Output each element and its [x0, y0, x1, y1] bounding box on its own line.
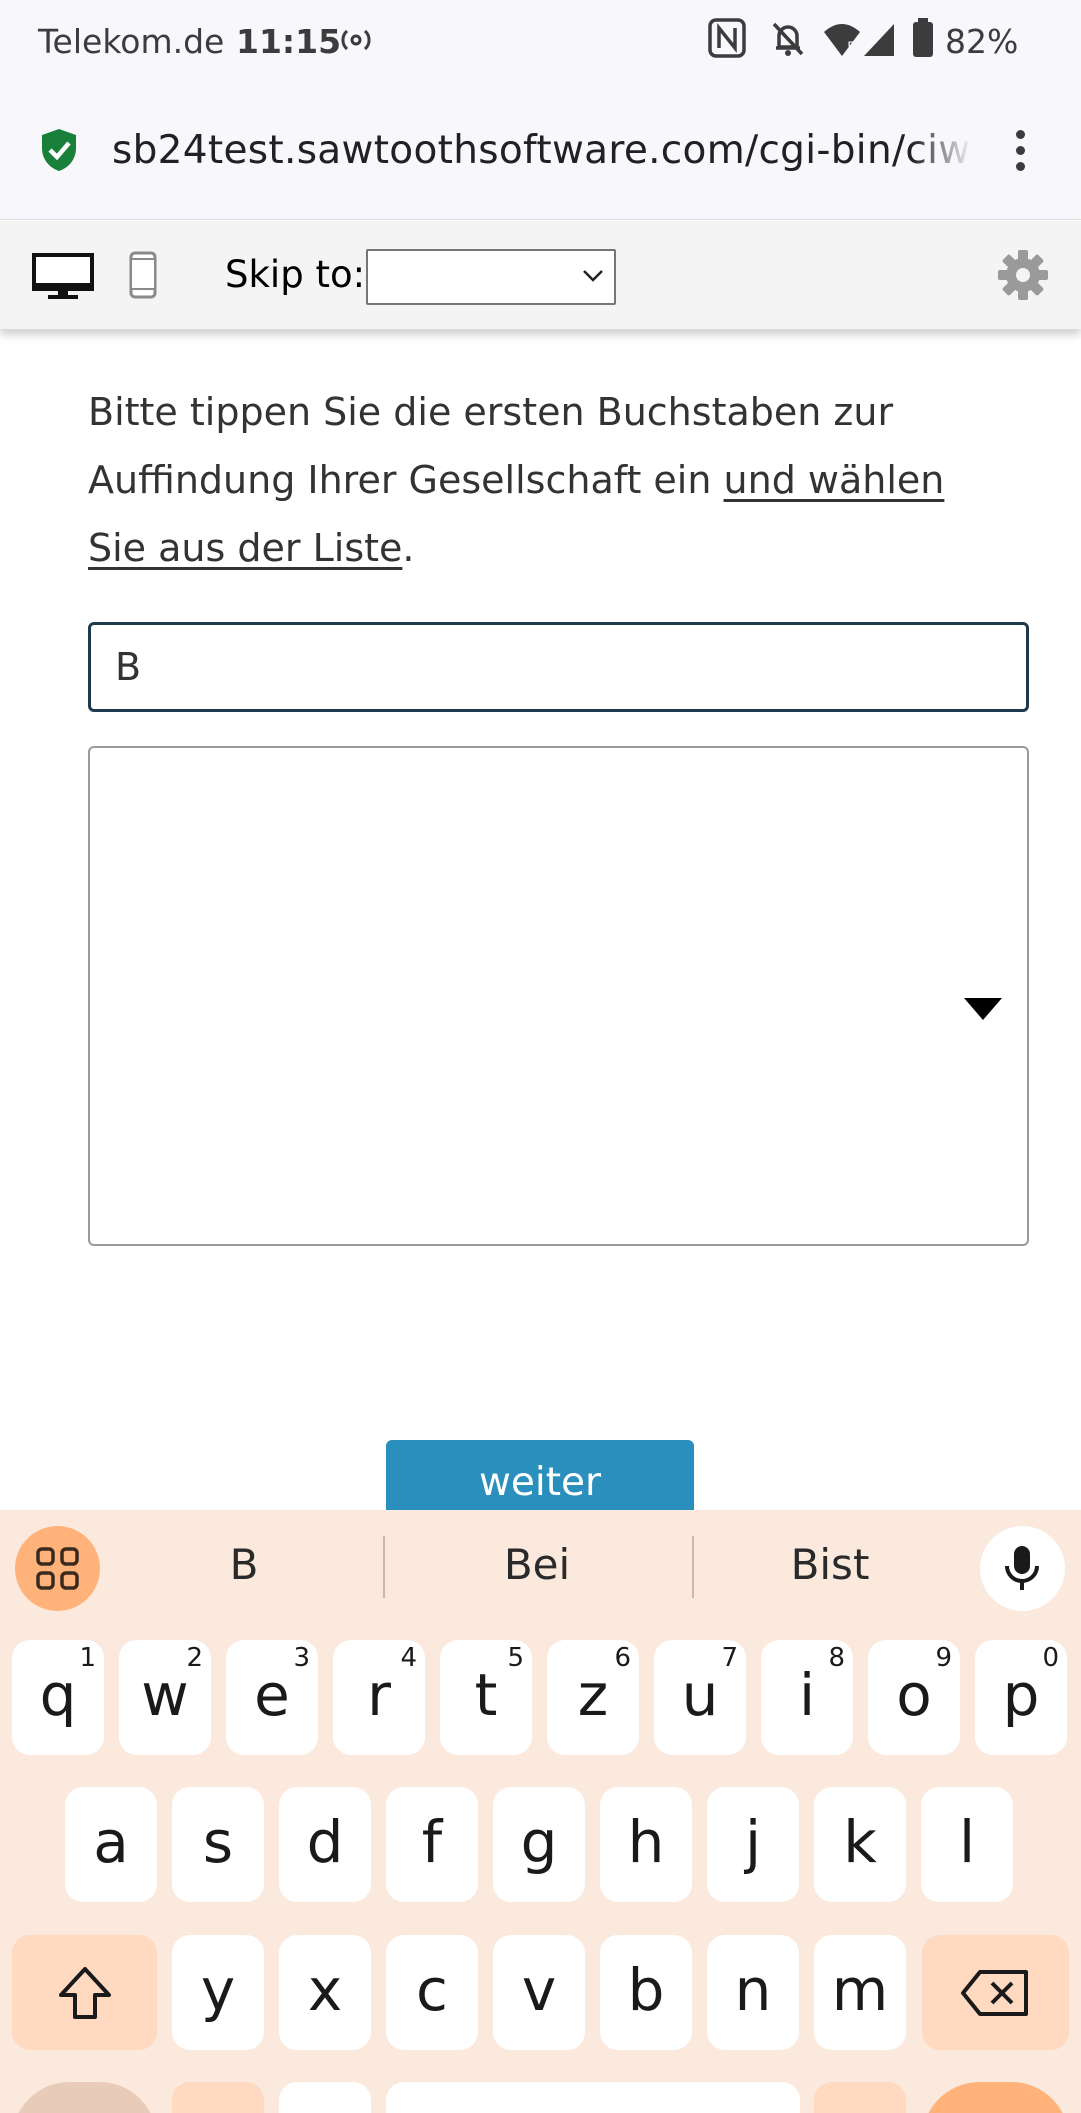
- next-button[interactable]: weiter: [386, 1440, 694, 1510]
- company-listbox[interactable]: [88, 746, 1029, 1246]
- battery-icon: [913, 18, 933, 57]
- skip-to-label: Skip to:: [225, 253, 366, 296]
- space-key[interactable]: [386, 2082, 800, 2113]
- question-text-end: .: [402, 526, 415, 570]
- key-w[interactable]: w2: [119, 1640, 211, 1755]
- key-k[interactable]: k: [814, 1787, 906, 1902]
- key-f[interactable]: f: [386, 1787, 478, 1902]
- skip-to-select[interactable]: [366, 249, 616, 305]
- key-l[interactable]: l: [921, 1787, 1013, 1902]
- battery-level: 82%: [945, 22, 1019, 61]
- question-text: Bitte tippen Sie die ersten Buchstaben z…: [88, 378, 988, 582]
- key-p[interactable]: p0: [975, 1640, 1067, 1755]
- shift-key[interactable]: [12, 1935, 157, 2050]
- comma-key[interactable]: [279, 2082, 371, 2113]
- company-search-input[interactable]: B: [88, 622, 1029, 712]
- key-r[interactable]: r4: [333, 1640, 425, 1755]
- desktop-icon[interactable]: [32, 253, 94, 301]
- dropdown-arrow-icon[interactable]: [964, 998, 1002, 1020]
- microphone-icon[interactable]: [980, 1526, 1065, 1611]
- key-i[interactable]: i8: [761, 1640, 853, 1755]
- browser-url-bar: sb24test.sawtoothsoftware.com/cgi-bin/ci…: [0, 84, 1081, 220]
- key-o[interactable]: o9: [868, 1640, 960, 1755]
- key-s[interactable]: s: [172, 1787, 264, 1902]
- signal-icon: [864, 24, 894, 56]
- suggestion-1[interactable]: B: [114, 1540, 374, 1589]
- key-e[interactable]: e3: [226, 1640, 318, 1755]
- chevron-down-icon: [583, 270, 603, 282]
- clock: 11:15: [236, 22, 342, 61]
- enter-key[interactable]: [922, 2082, 1069, 2113]
- key-y[interactable]: y: [172, 1935, 264, 2050]
- key-t[interactable]: t5: [440, 1640, 532, 1755]
- suggestion-divider: [383, 1536, 385, 1598]
- apps-grid-icon[interactable]: [15, 1526, 100, 1611]
- nfc-icon: [708, 18, 746, 58]
- bell-off-icon: [772, 22, 804, 56]
- on-screen-keyboard: B Bei Bist q1 w2 e3 r4 t5 z6 u7 i8 o9 p0…: [0, 1510, 1081, 2113]
- backspace-icon: [961, 1970, 1028, 2016]
- wifi-icon: 5: [824, 24, 860, 56]
- key-c[interactable]: c: [386, 1935, 478, 2050]
- key-z[interactable]: z6: [547, 1640, 639, 1755]
- key-v[interactable]: v: [493, 1935, 585, 2050]
- key-h[interactable]: h: [600, 1787, 692, 1902]
- emoji-key[interactable]: [172, 2082, 264, 2113]
- suggestion-divider: [692, 1536, 694, 1598]
- svg-text:5: 5: [847, 40, 856, 56]
- key-n[interactable]: n: [707, 1935, 799, 2050]
- overflow-menu-icon[interactable]: [1010, 130, 1030, 176]
- shift-icon: [59, 1967, 111, 2019]
- key-q[interactable]: q1: [12, 1640, 104, 1755]
- key-j[interactable]: j: [707, 1787, 799, 1902]
- gear-icon[interactable]: [997, 249, 1049, 301]
- key-b[interactable]: b: [600, 1935, 692, 2050]
- key-m[interactable]: m: [814, 1935, 906, 2050]
- url-field[interactable]: sb24test.sawtoothsoftware.com/cgi-bin/ci…: [112, 128, 972, 173]
- preview-toolbar: Skip to:: [0, 221, 1081, 329]
- symbols-key[interactable]: [12, 2082, 157, 2113]
- key-a[interactable]: a: [65, 1787, 157, 1902]
- suggestion-2[interactable]: Bei: [407, 1540, 667, 1589]
- key-d[interactable]: d: [279, 1787, 371, 1902]
- backspace-key[interactable]: [922, 1935, 1069, 2050]
- key-u[interactable]: u7: [654, 1640, 746, 1755]
- status-bar: Telekom.de 11:15 5 82%: [0, 0, 1081, 84]
- key-g[interactable]: g: [493, 1787, 585, 1902]
- hotspot-icon: [341, 29, 371, 51]
- shield-check-icon[interactable]: [40, 128, 78, 172]
- carrier-label: Telekom.de: [38, 22, 225, 61]
- suggestion-3[interactable]: Bist: [700, 1540, 960, 1589]
- period-key[interactable]: [814, 2082, 906, 2113]
- key-x[interactable]: x: [279, 1935, 371, 2050]
- mobile-icon[interactable]: [129, 251, 157, 299]
